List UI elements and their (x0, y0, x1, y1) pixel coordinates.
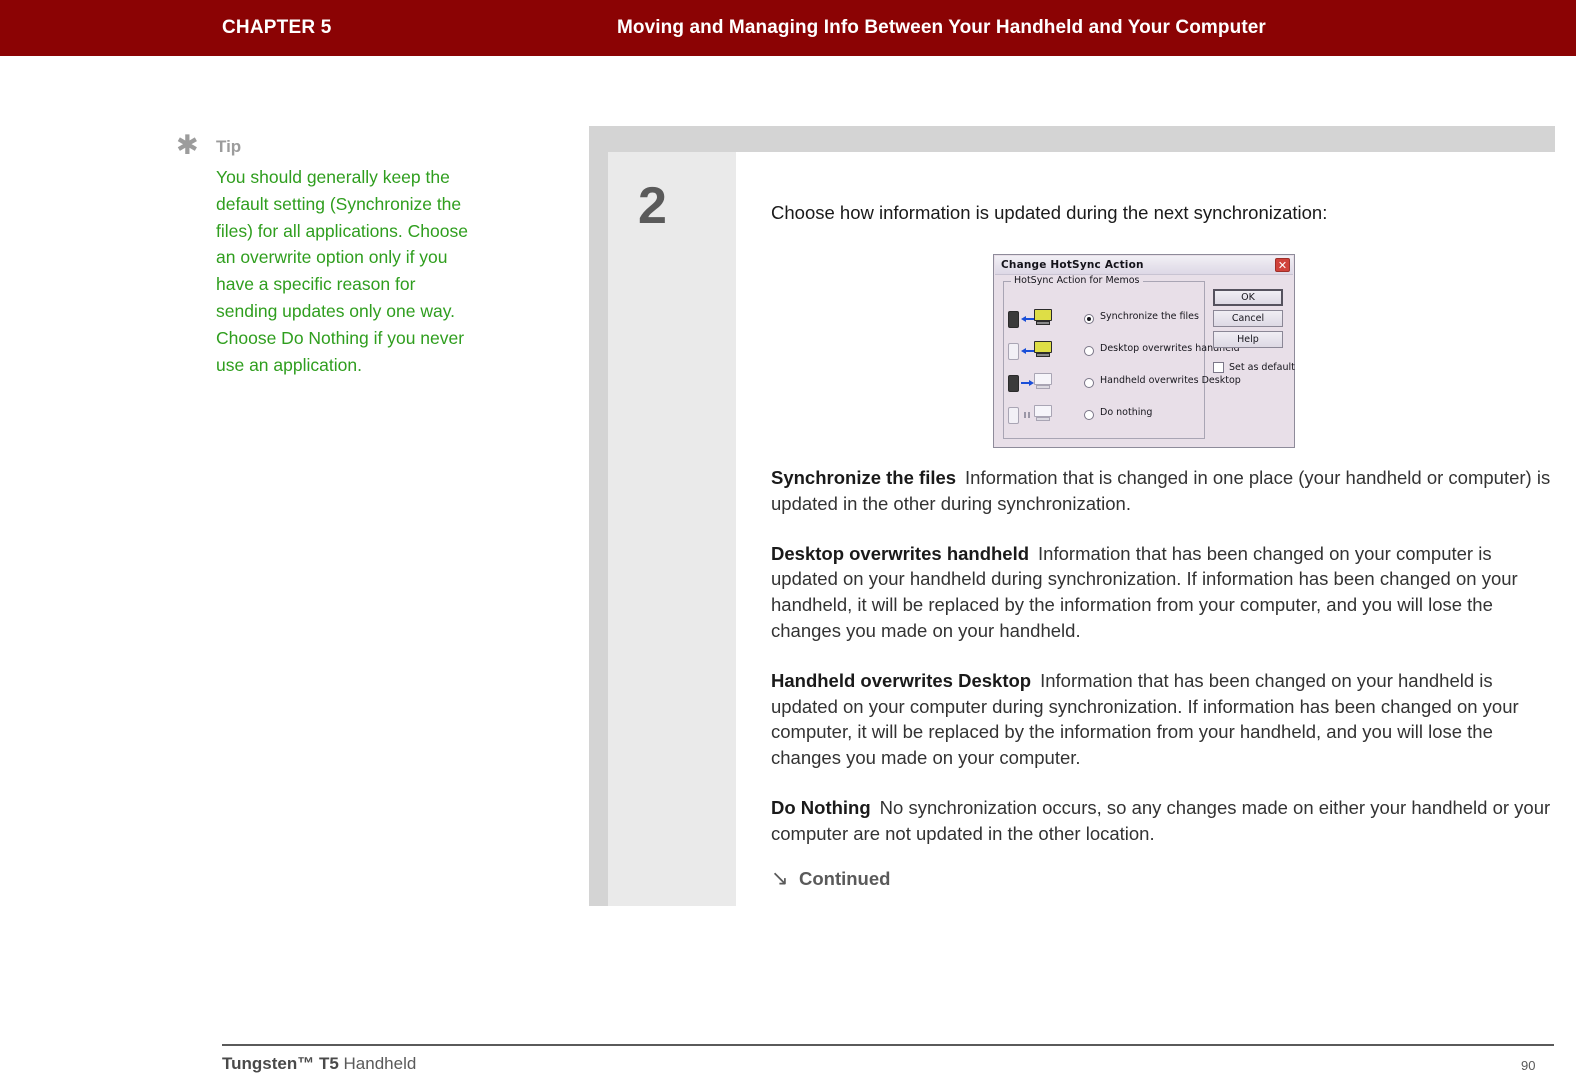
continued-label: Continued (799, 868, 891, 889)
page-header-bar: CHAPTER 5 Moving and Managing Info Betwe… (0, 0, 1576, 56)
header-title: Moving and Managing Info Between Your Ha… (617, 17, 1266, 38)
set-as-default-checkbox[interactable] (1213, 362, 1224, 373)
definition-term: Synchronize the files (771, 467, 957, 488)
change-hotsync-action-dialog: Change HotSync Action ✕ HotSync Action f… (993, 254, 1295, 448)
arrow-down-right-icon: ↘ (771, 866, 789, 890)
step-panel-inner: 2 Choose how information is updated duri… (608, 152, 1555, 906)
hotsync-dialog-screenshot: Change HotSync Action ✕ HotSync Action f… (993, 254, 1297, 450)
definition-item: Synchronize the files Information that is… (771, 465, 1553, 517)
handheld-to-desktop-icon (1008, 371, 1054, 395)
groupbox-label: HotSync Action for Memos (1011, 275, 1143, 286)
footer-divider (222, 1044, 1554, 1046)
footer-product-bold: Tungsten™ T5 (222, 1054, 339, 1073)
cancel-button[interactable]: Cancel (1213, 310, 1283, 327)
page-number: 90 (1521, 1058, 1536, 1073)
ok-button[interactable]: OK (1213, 289, 1283, 306)
dialog-titlebar: Change HotSync Action ✕ (995, 256, 1293, 275)
radio-handheld-overwrites[interactable] (1084, 378, 1094, 388)
radio-desktop-overwrites[interactable] (1084, 346, 1094, 356)
dialog-title: Change HotSync Action (1001, 259, 1144, 271)
definition-term: Desktop overwrites handheld (771, 542, 1030, 564)
desktop-to-handheld-icon (1008, 339, 1054, 363)
radio-do-nothing[interactable] (1084, 410, 1094, 420)
radio-synchronize[interactable] (1084, 314, 1094, 324)
tip-body-text: You should generally keep the default se… (216, 167, 468, 375)
step-intro-text: Choose how information is updated during… (771, 202, 1328, 223)
definition-item: Do Nothing No synchronization occurs, so … (771, 795, 1553, 847)
option-label: Handheld overwrites Desktop (1100, 375, 1241, 386)
definition-term: Do Nothing (771, 796, 871, 818)
set-as-default-label: Set as default (1229, 362, 1295, 373)
step-panel: 2 Choose how information is updated duri… (589, 126, 1555, 906)
definition-item: Desktop overwrites handheld Information t… (771, 541, 1553, 644)
help-button[interactable]: Help (1213, 331, 1283, 348)
footer-product-name: Tungsten™ T5 Handheld (222, 1054, 416, 1074)
definition-description: No synchronization occurs, so any change… (771, 796, 1551, 844)
step-number: 2 (638, 177, 667, 235)
footer-product-rest: Handheld (338, 1054, 417, 1073)
definitions-list: Synchronize the files Information that is… (771, 465, 1553, 871)
handheld-two-way-sync-icon (1008, 307, 1054, 331)
no-sync-icon (1008, 403, 1054, 427)
step-number-column: 2 (608, 152, 736, 906)
close-icon[interactable]: ✕ (1275, 258, 1290, 272)
header-chapter-label: CHAPTER 5 (222, 17, 332, 38)
definition-item: Handheld overwrites Desktop Information t… (771, 668, 1553, 771)
tip-label: Tip (216, 137, 242, 156)
asterisk-icon: ✱ (176, 130, 199, 161)
option-label: Synchronize the files (1100, 311, 1199, 322)
option-label: Do nothing (1100, 407, 1153, 418)
definition-term: Handheld overwrites Desktop (771, 669, 1032, 691)
